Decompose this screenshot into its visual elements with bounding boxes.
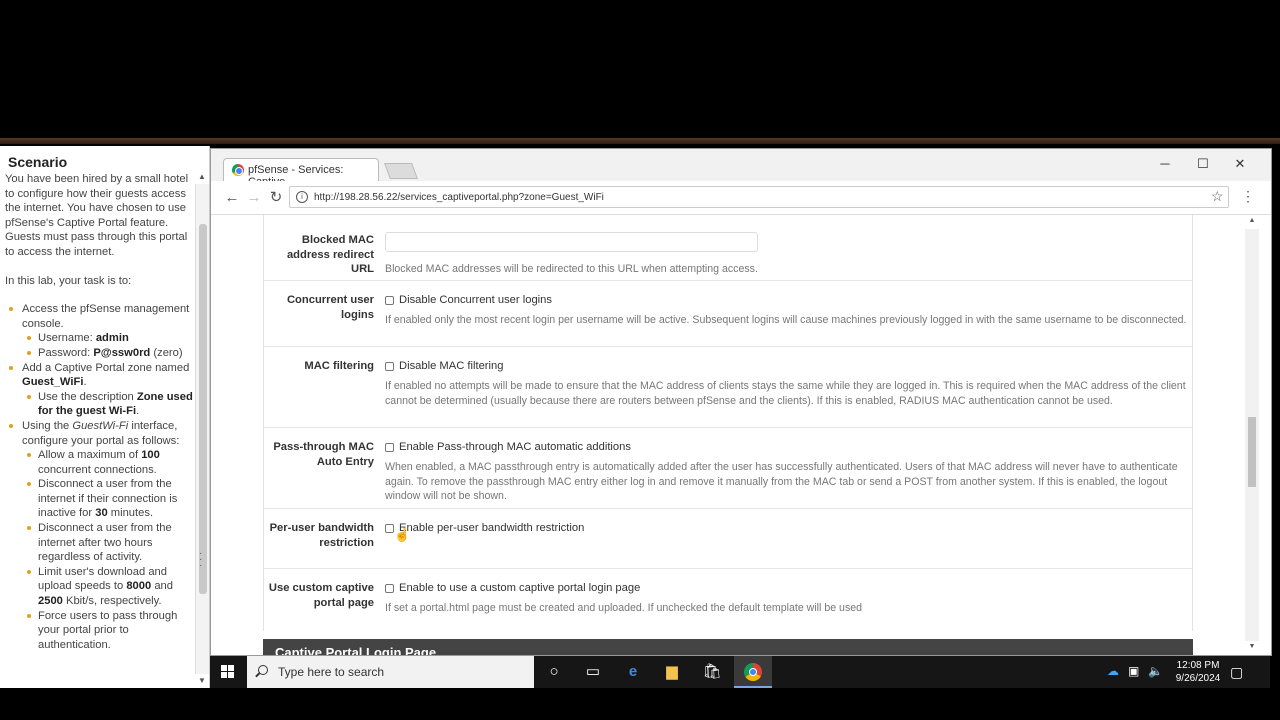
search-icon bbox=[258, 665, 268, 675]
volume-icon[interactable]: 🔈 bbox=[1148, 664, 1163, 678]
back-icon[interactable]: ← bbox=[223, 189, 241, 207]
blocked-mac-url-input[interactable] bbox=[385, 232, 758, 252]
custom-page-checkbox[interactable] bbox=[385, 583, 394, 593]
scenario-intro: You have been hired by a small hotel to … bbox=[5, 173, 189, 258]
scenario-task-intro: In this lab, your task is to: bbox=[5, 274, 132, 287]
cortana-icon[interactable]: ○ bbox=[544, 662, 564, 682]
concurrent-logins-checkbox[interactable] bbox=[385, 295, 394, 305]
task-subitem: Limit user's download and upload speeds … bbox=[22, 565, 195, 609]
task-view-icon[interactable]: ▭ bbox=[583, 662, 603, 682]
mouse-cursor-icon: ☝ bbox=[394, 527, 411, 542]
page-scroll-up-icon[interactable]: ▲ bbox=[1245, 217, 1259, 227]
scenario-panel: Scenario You have been hired by a small … bbox=[0, 146, 210, 688]
taskbar-chrome-button[interactable] bbox=[734, 656, 772, 688]
window-border bbox=[0, 138, 1280, 144]
scrollbar-thumb[interactable] bbox=[199, 224, 207, 594]
browser-titlebar: pfSense - Services: Captive ... ─ ☐ ✕ bbox=[211, 149, 1271, 188]
task-list: Access the pfSense management console. U… bbox=[5, 302, 195, 652]
scroll-down-icon[interactable]: ▼ bbox=[195, 674, 209, 688]
help-blocked-mac: Blocked MAC addresses will be redirected… bbox=[385, 263, 758, 275]
passthrough-checkbox[interactable] bbox=[385, 442, 394, 452]
network-icon[interactable]: ▣ bbox=[1128, 664, 1139, 678]
label-mac-filtering: MAC filtering bbox=[304, 360, 374, 372]
onedrive-icon[interactable]: ☁ bbox=[1107, 664, 1119, 678]
section-header-login-page: Captive Portal Login Page bbox=[263, 639, 1193, 655]
row-custom-page: Use custom captive portal page Enable to… bbox=[264, 569, 1192, 631]
new-tab-button[interactable] bbox=[384, 163, 418, 179]
maximize-icon[interactable]: ☐ bbox=[1193, 155, 1213, 173]
clock-time: 12:08 PM bbox=[1176, 660, 1220, 671]
label-bandwidth: Per-user bandwidth restriction bbox=[269, 522, 374, 549]
help-mac-filtering: If enabled no attempts will be made to e… bbox=[385, 380, 1186, 407]
address-bar[interactable]: i http://198.28.56.22/services_captivepo… bbox=[289, 186, 1229, 208]
page-scrollbar-thumb[interactable] bbox=[1248, 417, 1256, 487]
file-explorer-icon[interactable]: ▆ bbox=[662, 662, 682, 682]
bandwidth-checkbox[interactable] bbox=[385, 523, 394, 533]
task-subitem: Password: P@ssw0rd (zero) bbox=[22, 346, 195, 361]
task-item: Add a Captive Portal zone named Guest_Wi… bbox=[5, 361, 195, 419]
scenario-title: Scenario bbox=[8, 154, 68, 170]
kebab-menu-icon[interactable]: ⋮ bbox=[1241, 188, 1255, 205]
help-concurrent: If enabled only the most recent login pe… bbox=[385, 314, 1187, 326]
help-passthrough: When enabled, a MAC passthrough entry is… bbox=[385, 461, 1178, 503]
forward-icon[interactable]: → bbox=[245, 189, 263, 207]
store-icon[interactable]: 🛍 bbox=[702, 662, 722, 682]
windows-start-icon[interactable] bbox=[221, 665, 235, 679]
scenario-scrollbar[interactable] bbox=[195, 184, 209, 674]
chrome-icon bbox=[744, 663, 762, 681]
page-scrollbar[interactable] bbox=[1245, 229, 1259, 641]
task-subitem: Username: admin bbox=[22, 331, 195, 346]
task-subitem: Use the description Zone used for the gu… bbox=[22, 390, 195, 419]
passthrough-check-label[interactable]: Enable Pass-through MAC automatic additi… bbox=[399, 441, 631, 453]
reload-icon[interactable]: ↻ bbox=[267, 189, 285, 207]
edge-icon[interactable]: e bbox=[623, 662, 643, 682]
url-text: http://198.28.56.22/services_captiveport… bbox=[314, 192, 604, 203]
action-center-icon[interactable]: ▢ bbox=[1230, 664, 1243, 681]
label-concurrent: Concurrent user logins bbox=[286, 294, 374, 321]
label-custom-page: Use custom captive portal page bbox=[268, 582, 374, 609]
chrome-favicon-icon bbox=[232, 164, 244, 176]
close-icon[interactable]: ✕ bbox=[1230, 155, 1250, 173]
scenario-body: You have been hired by a small hotel to … bbox=[0, 172, 209, 652]
custom-page-check-label[interactable]: Enable to use a custom captive portal lo… bbox=[399, 582, 640, 594]
row-bandwidth: Per-user bandwidth restriction Enable pe… bbox=[264, 509, 1192, 569]
label-blocked-mac: Blocked MAC address redirect URL bbox=[286, 234, 374, 276]
clock-date: 9/26/2024 bbox=[1175, 673, 1221, 684]
row-concurrent-logins: Concurrent user logins Disable Concurren… bbox=[264, 281, 1192, 347]
help-custom-page: If set a portal.html page must be create… bbox=[385, 602, 863, 614]
label-passthrough: Pass-through MAC Auto Entry bbox=[273, 441, 374, 468]
task-item: Access the pfSense management console. U… bbox=[5, 302, 195, 360]
bandwidth-check-label[interactable]: Enable per-user bandwidth restriction bbox=[399, 522, 584, 534]
concurrent-check-label[interactable]: Disable Concurrent user logins bbox=[399, 294, 552, 306]
row-blocked-mac: Blocked MAC address redirect URL Blocked… bbox=[264, 215, 1192, 281]
task-subitem: Disconnect a user from the internet afte… bbox=[22, 521, 195, 565]
mac-filter-check-label[interactable]: Disable MAC filtering bbox=[399, 360, 503, 372]
windows-taskbar: Type here to search ○ ▭ e ▆ 🛍 ☁ ▣ 🔈 12:0… bbox=[210, 656, 1270, 688]
desktop: Scenario You have been hired by a small … bbox=[0, 0, 1280, 720]
task-subitem: Disconnect a user from the internet if t… bbox=[22, 477, 195, 521]
browser-tab[interactable]: pfSense - Services: Captive ... bbox=[223, 158, 379, 188]
minimize-icon[interactable]: ─ bbox=[1155, 155, 1175, 173]
row-mac-filtering: MAC filtering Disable MAC filtering If e… bbox=[264, 347, 1192, 428]
search-placeholder: Type here to search bbox=[278, 665, 385, 679]
taskbar-search-box[interactable]: Type here to search bbox=[247, 656, 534, 688]
settings-panel: Blocked MAC address redirect URL Blocked… bbox=[263, 215, 1193, 631]
page-content: Blocked MAC address redirect URL Blocked… bbox=[211, 215, 1259, 655]
bookmark-star-icon[interactable]: ☆ bbox=[1211, 188, 1224, 205]
browser-window: pfSense - Services: Captive ... ─ ☐ ✕ ← … bbox=[210, 148, 1272, 656]
page-scroll-down-icon[interactable]: ▼ bbox=[1245, 643, 1259, 653]
task-subitem: Force users to pass through your portal … bbox=[22, 609, 195, 653]
panel-resize-grip-icon[interactable]: · · · bbox=[199, 549, 205, 571]
info-icon[interactable]: i bbox=[296, 191, 308, 203]
task-item: Using the GuestWi-Fi interface, configur… bbox=[5, 419, 195, 653]
browser-toolbar: ← → ↻ i http://198.28.56.22/services_cap… bbox=[211, 181, 1271, 215]
task-subitem: Allow a maximum of 100 concurrent connec… bbox=[22, 448, 195, 477]
mac-filtering-checkbox[interactable] bbox=[385, 361, 394, 371]
row-passthrough-mac: Pass-through MAC Auto Entry Enable Pass-… bbox=[264, 428, 1192, 509]
system-clock[interactable]: 12:08 PM 9/26/2024 bbox=[1172, 659, 1224, 685]
scroll-up-icon[interactable]: ▲ bbox=[195, 170, 209, 184]
